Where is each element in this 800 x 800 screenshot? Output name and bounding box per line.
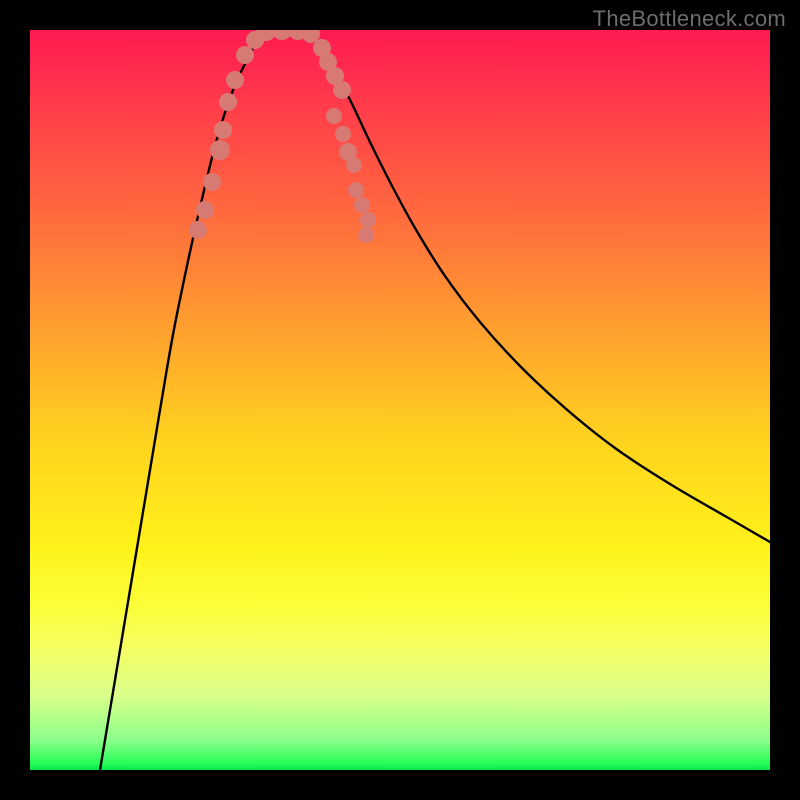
data-marker: [360, 212, 376, 228]
data-marker: [203, 173, 221, 191]
data-marker: [236, 46, 254, 64]
data-marker: [346, 157, 362, 173]
data-marker: [358, 227, 374, 243]
data-marker: [226, 71, 244, 89]
data-marker: [189, 221, 207, 239]
data-marker: [348, 182, 364, 198]
data-marker: [354, 197, 370, 213]
data-marker: [335, 126, 351, 142]
data-marker: [333, 81, 351, 99]
data-marker: [196, 201, 214, 219]
chart-svg: [30, 30, 770, 770]
data-marker: [219, 93, 237, 111]
watermark-text: TheBottleneck.com: [593, 6, 786, 32]
data-marker: [326, 108, 342, 124]
data-marker: [210, 140, 230, 160]
bottleneck-curve: [100, 30, 770, 770]
data-marker: [214, 121, 232, 139]
chart-plot-area: [30, 30, 770, 770]
